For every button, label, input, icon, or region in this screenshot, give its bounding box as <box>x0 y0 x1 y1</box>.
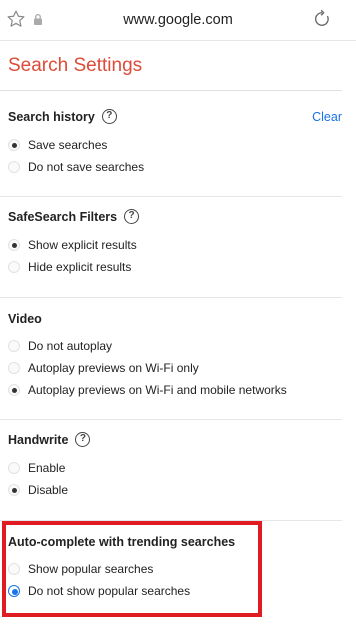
page-title: Search Settings <box>8 55 143 76</box>
radio-handwrite-disable[interactable]: Disable <box>8 483 68 497</box>
radio-handwrite-enable[interactable]: Enable <box>8 461 65 475</box>
radio-autoplay-wifi[interactable]: Autoplay previews on Wi-Fi only <box>8 361 199 375</box>
radio-unselected-icon[interactable] <box>8 462 20 474</box>
help-icon[interactable]: ? <box>75 432 91 447</box>
search-history-heading: Search history ? <box>8 109 117 124</box>
radio-selected-icon[interactable] <box>8 239 20 251</box>
video-heading: Video <box>8 312 42 326</box>
safesearch-label: SafeSearch Filters <box>8 209 118 224</box>
radio-selected-icon[interactable] <box>8 384 20 396</box>
radio-do-not-save-searches[interactable]: Do not save searches <box>8 160 144 174</box>
radio-do-not-autoplay[interactable]: Do not autoplay <box>8 339 112 353</box>
radio-autoplay-wifi-mobile[interactable]: Autoplay previews on Wi-Fi and mobile ne… <box>8 383 287 397</box>
safesearch-heading: SafeSearch Filters ? <box>8 209 140 224</box>
option-label: Do not save searches <box>28 160 145 174</box>
radio-selected-icon[interactable] <box>8 484 20 496</box>
search-history-label: Search history <box>8 109 95 124</box>
radio-unselected-icon[interactable] <box>8 161 20 173</box>
video-label: Video <box>8 312 42 326</box>
option-label: Hide explicit results <box>28 260 132 274</box>
clear-history-link[interactable]: Clear <box>312 110 342 124</box>
divider <box>0 90 342 91</box>
help-icon[interactable]: ? <box>124 209 140 224</box>
radio-unselected-icon[interactable] <box>8 362 20 374</box>
highlight-box <box>2 521 262 617</box>
option-label: Enable <box>28 461 66 475</box>
radio-show-explicit[interactable]: Show explicit results <box>8 238 137 252</box>
handwrite-label: Handwrite <box>8 432 69 447</box>
reload-icon[interactable] <box>312 9 332 29</box>
option-label: Save searches <box>28 138 108 152</box>
radio-hide-explicit[interactable]: Hide explicit results <box>8 260 131 274</box>
browser-url-bar: www.google.com <box>0 0 356 41</box>
option-label: Show explicit results <box>28 238 137 252</box>
option-label: Autoplay previews on Wi-Fi only <box>28 361 199 375</box>
radio-unselected-icon[interactable] <box>8 340 20 352</box>
radio-selected-icon[interactable] <box>8 139 20 151</box>
option-label: Disable <box>28 483 69 497</box>
url-text[interactable]: www.google.com <box>0 12 356 28</box>
help-icon[interactable]: ? <box>101 109 117 124</box>
handwrite-heading: Handwrite ? <box>8 432 91 447</box>
option-label: Do not autoplay <box>28 339 113 353</box>
radio-save-searches[interactable]: Save searches <box>8 138 107 152</box>
radio-unselected-icon[interactable] <box>8 261 20 273</box>
option-label: Autoplay previews on Wi-Fi and mobile ne… <box>28 383 287 397</box>
